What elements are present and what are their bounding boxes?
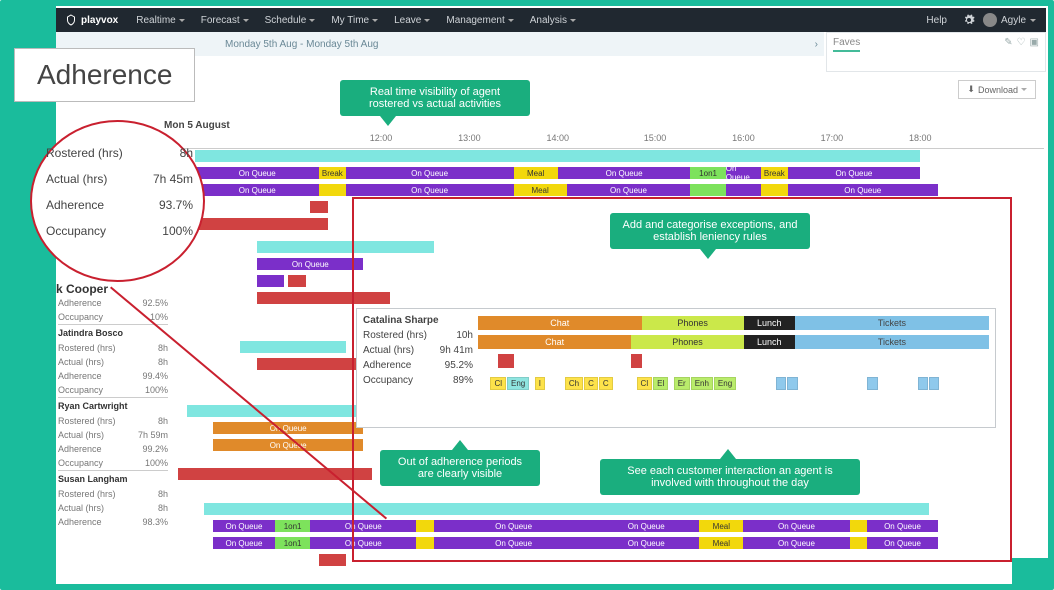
nav-schedule[interactable]: Schedule <box>257 15 324 26</box>
detail-agent-name: Catalina Sharpe <box>363 313 473 328</box>
callout-visibility: Real time visibility of agent rostered v… <box>340 80 530 116</box>
agent-header[interactable]: Ryan Cartwright <box>58 397 168 414</box>
agent-list: Adherence92.5% Occupancy10% Jatindra Bos… <box>58 296 168 529</box>
nav-mytime[interactable]: My Time <box>323 15 386 26</box>
callout-exceptions: Add and categorise exceptions, and estab… <box>610 213 810 249</box>
rostered-row: On Queue Break On Queue Meal On Queue 1o… <box>160 166 1044 181</box>
page-title: Adherence <box>14 48 195 102</box>
heart-icon[interactable]: ♡ <box>1017 37 1026 48</box>
callout-outofadherence: Out of adherence periods are clearly vis… <box>380 450 540 486</box>
edit-icon[interactable]: ✎ <box>1004 37 1012 48</box>
detail-actual-lane: Chat Phones Lunch Tickets <box>478 335 989 351</box>
nav-analysis[interactable]: Analysis <box>522 15 584 26</box>
brand-logo: playvox <box>55 14 128 26</box>
list-item: Rostered (hrs)8h <box>58 341 168 355</box>
download-button[interactable]: ⬇ Download <box>958 80 1036 99</box>
nav-realtime[interactable]: Realtime <box>128 15 192 26</box>
agent-detail-panel: Catalina Sharpe Rostered (hrs)10h Actual… <box>356 308 996 428</box>
time-axis: 12:00 13:00 14:00 15:00 16:00 17:00 18:0… <box>160 133 1044 149</box>
callout-interactions: See each customer interaction an agent i… <box>600 459 860 495</box>
bookmark-icon[interactable]: ▣ <box>1030 37 1039 48</box>
help-link[interactable]: Help <box>918 15 955 26</box>
day-header: Mon 5 August <box>160 118 1044 133</box>
nav-leave[interactable]: Leave <box>386 15 438 26</box>
actual-row: On Queue On Queue Meal On Queue On Queue <box>160 183 1044 198</box>
top-navbar: playvox Realtime Forecast Schedule My Ti… <box>55 8 1046 32</box>
agent-header[interactable]: Susan Langham <box>58 470 168 487</box>
detail-rostered-lane: Chat Phones Lunch Tickets <box>478 316 989 332</box>
user-menu[interactable]: Agyle <box>983 13 1046 27</box>
agent-header[interactable]: Jatindra Bosco <box>58 324 168 341</box>
faves-tab[interactable]: Faves <box>833 37 860 52</box>
nav-management[interactable]: Management <box>438 15 521 26</box>
settings-gear-icon[interactable] <box>955 14 983 26</box>
interaction-chips: ClEng I ChCC ClEl ErEnhEng <box>478 373 989 387</box>
metrics-highlight: Rostered (hrs)8h Actual (hrs)7h 45m Adhe… <box>30 120 205 282</box>
agent-name-cooper: k Cooper <box>56 282 108 296</box>
faves-panel: Faves ✎ ♡ ▣ <box>826 32 1046 72</box>
nav-forecast[interactable]: Forecast <box>193 15 257 26</box>
chevron-right-icon[interactable]: › <box>815 39 818 50</box>
avatar <box>983 13 997 27</box>
